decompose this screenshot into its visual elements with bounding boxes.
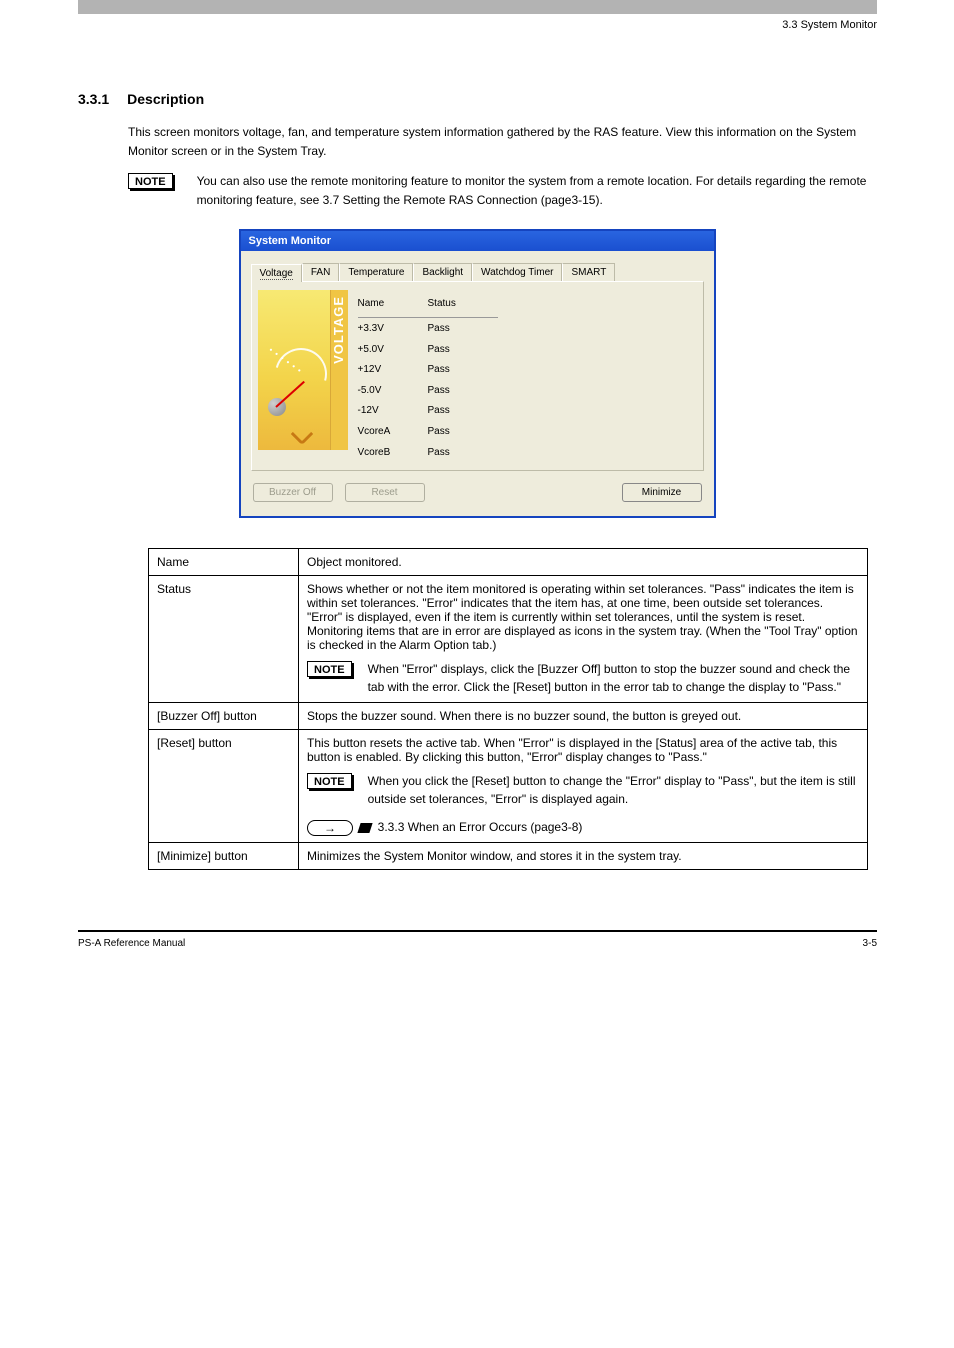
footer-rule xyxy=(78,930,877,932)
tab-temperature[interactable]: Temperature xyxy=(339,263,413,281)
note-badge: NOTE xyxy=(307,773,352,789)
row-value: Minimizes the System Monitor window, and… xyxy=(299,843,868,870)
note-text: When you click the [Reset] button to cha… xyxy=(368,772,859,808)
table-row: Status Shows whether or not the item mon… xyxy=(149,576,868,703)
voltage-gauge-icon: VOLTAGE • • • • • • xyxy=(258,290,348,450)
voltage-table: Name Status +3.3VPass +5.0VPass +12VPass… xyxy=(358,290,697,462)
row-value: This button resets the active tab. When … xyxy=(299,730,868,843)
table-row[interactable]: +3.3VPass xyxy=(358,317,498,339)
table-row[interactable]: +12VPass xyxy=(358,360,498,381)
system-monitor-window: System Monitor Voltage FAN Temperature B… xyxy=(239,229,716,518)
reset-button[interactable]: Reset xyxy=(345,483,425,502)
row-key: [Minimize] button xyxy=(149,843,299,870)
tab-fan[interactable]: FAN xyxy=(302,263,339,281)
breadcrumb: 3.3 System Monitor xyxy=(78,19,877,31)
row-key: Name xyxy=(149,549,299,576)
note-text: You can also use the remote monitoring f… xyxy=(197,172,868,209)
column-name: Name xyxy=(358,290,428,317)
table-row[interactable]: -12VPass xyxy=(358,401,498,422)
section-paragraph: This screen monitors voltage, fan, and t… xyxy=(128,123,868,160)
table-row[interactable]: +5.0VPass xyxy=(358,339,498,360)
page-icon xyxy=(357,823,372,833)
row-value: Shows whether or not the item monitored … xyxy=(299,576,868,703)
table-row: [Reset] button This button resets the ac… xyxy=(149,730,868,843)
table-row: [Buzzer Off] button Stops the buzzer sou… xyxy=(149,703,868,730)
header-rule xyxy=(78,0,877,14)
arrow-pill-icon: → xyxy=(307,820,353,836)
note-badge: NOTE xyxy=(128,173,173,189)
buzzer-off-button[interactable]: Buzzer Off xyxy=(253,483,333,502)
footer-right: 3-5 xyxy=(863,938,877,949)
reference-icon: → xyxy=(307,820,371,836)
row-key: Status xyxy=(149,576,299,703)
row-value: Stops the buzzer sound. When there is no… xyxy=(299,703,868,730)
note-text: When "Error" displays, click the [Buzzer… xyxy=(368,660,859,696)
section-number: 3.3.1 xyxy=(78,91,109,113)
window-title: System Monitor xyxy=(241,231,714,251)
section-title: Description xyxy=(127,91,204,107)
note-badge: NOTE xyxy=(307,661,352,677)
row-value: Object monitored. xyxy=(299,549,868,576)
footer-left: PS-A Reference Manual xyxy=(78,938,185,949)
row-key: [Reset] button xyxy=(149,730,299,843)
tab-watchdog[interactable]: Watchdog Timer xyxy=(472,263,562,281)
see-also-link: 3.3.3 When an Error Occurs (page3-8) xyxy=(378,821,583,835)
tab-backlight[interactable]: Backlight xyxy=(413,263,472,281)
tab-voltage[interactable]: Voltage xyxy=(251,264,302,282)
minimize-button[interactable]: Minimize xyxy=(622,483,702,502)
table-row[interactable]: -5.0VPass xyxy=(358,380,498,401)
tab-smart[interactable]: SMART xyxy=(562,263,615,281)
column-status: Status xyxy=(428,290,498,317)
table-row[interactable]: VcoreAPass xyxy=(358,421,498,442)
table-row[interactable]: VcoreBPass xyxy=(358,442,498,463)
row-key: [Buzzer Off] button xyxy=(149,703,299,730)
description-table: Name Object monitored. Status Shows whet… xyxy=(148,548,868,870)
table-row: [Minimize] button Minimizes the System M… xyxy=(149,843,868,870)
table-row: Name Object monitored. xyxy=(149,549,868,576)
